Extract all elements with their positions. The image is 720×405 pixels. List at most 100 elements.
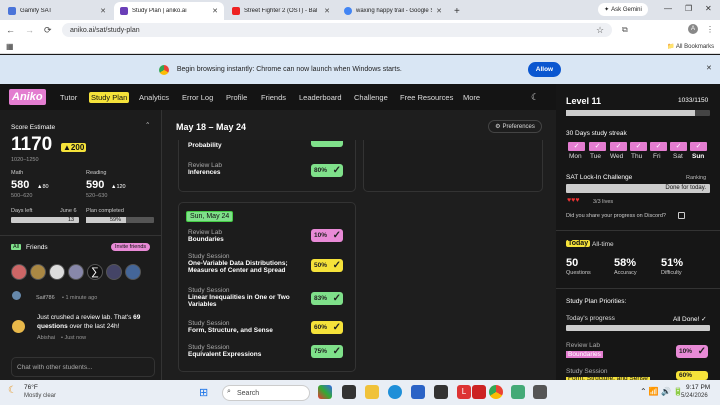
word-icon[interactable] bbox=[411, 385, 425, 399]
plan-item[interactable]: Review Lab Inferences bbox=[188, 162, 222, 176]
priority-type: Study Session bbox=[566, 368, 608, 375]
tray-icons[interactable]: ⌃ 📶 🔊 🔋 bbox=[640, 387, 683, 396]
friend-avatar[interactable] bbox=[125, 264, 141, 280]
plan-completed-value: 59% bbox=[110, 217, 122, 223]
plan-item[interactable]: Study Session One-Variable Data Distribut… bbox=[188, 253, 308, 274]
score-value: 60% bbox=[314, 324, 328, 331]
browser-tab[interactable]: waxing happy trail - Google Se ✕ bbox=[338, 2, 448, 20]
minimize-icon[interactable]: — bbox=[664, 4, 672, 13]
profile-avatar[interactable]: A bbox=[688, 24, 698, 34]
ask-gemini-button[interactable]: ✦ Ask Gemini bbox=[598, 3, 648, 16]
app-icon[interactable]: L bbox=[457, 385, 471, 399]
bookmarks-bar: ▦ 📁 All Bookmarks bbox=[0, 40, 720, 54]
friend-avatar[interactable] bbox=[106, 264, 122, 280]
plan-item[interactable]: Study Session Form, Structure, and Sense bbox=[188, 320, 273, 334]
youtube-favicon-icon bbox=[232, 7, 240, 15]
plan-item[interactable]: Study Session Linear Inequalities in One … bbox=[188, 287, 308, 308]
nav-free-resources[interactable]: Free Resources bbox=[400, 93, 453, 102]
check-icon: ✓ bbox=[610, 142, 627, 151]
score-badge: 60% bbox=[676, 371, 708, 380]
reading-label: Reading bbox=[86, 170, 107, 176]
reload-icon[interactable]: ⟳ bbox=[44, 25, 52, 36]
close-icon[interactable]: ✕ bbox=[212, 7, 218, 15]
search-icon: ⌕ bbox=[227, 388, 231, 395]
challenge-title[interactable]: SAT Lock-In Challenge bbox=[566, 174, 632, 181]
friend-avatar[interactable] bbox=[49, 264, 65, 280]
discord-question: Did you share your progress on Discord? bbox=[566, 213, 666, 219]
menu-dots-icon[interactable]: ⋮ bbox=[706, 25, 714, 34]
plan-item[interactable]: Review Lab Boundaries bbox=[188, 229, 224, 243]
temperature: 76°F bbox=[24, 384, 38, 391]
dark-mode-icon[interactable]: ☾ bbox=[531, 92, 539, 103]
taskbar-search[interactable]: Search bbox=[222, 385, 310, 401]
nav-more[interactable]: More bbox=[463, 93, 480, 102]
browser-tab[interactable]: Street Fighter 2 (OST) - Bal ✕ bbox=[226, 2, 336, 20]
widgets-icon[interactable] bbox=[318, 385, 332, 399]
user-avatar bbox=[12, 291, 21, 300]
allow-button[interactable]: Allow bbox=[527, 62, 562, 77]
plan-item[interactable]: Probability bbox=[188, 142, 222, 149]
file-explorer-icon[interactable] bbox=[365, 385, 379, 399]
all-bookmarks-link[interactable]: 📁 All Bookmarks bbox=[667, 43, 714, 50]
friend-avatar[interactable]: ∑ bbox=[87, 264, 103, 280]
nav-analytics[interactable]: Analytics bbox=[139, 93, 169, 102]
browser-tab-active[interactable]: Study Plan | aniko.ai ✕ bbox=[114, 2, 224, 20]
plan-completed-label: Plan completed bbox=[86, 208, 124, 214]
tab-title: Gamify SAT bbox=[20, 8, 52, 14]
check-icon: ✓ bbox=[332, 260, 341, 271]
tab-all-time[interactable]: All-time bbox=[592, 241, 614, 248]
friend-avatar[interactable] bbox=[30, 264, 46, 280]
forward-icon[interactable]: → bbox=[25, 25, 34, 35]
mcafee-icon[interactable] bbox=[472, 385, 486, 399]
all-bookmarks-label: All Bookmarks bbox=[675, 44, 715, 50]
nav-friends[interactable]: Friends bbox=[261, 93, 286, 102]
url-field[interactable]: aniko.ai/sat/study-plan bbox=[62, 23, 612, 37]
browser-tab[interactable]: Gamify SAT ✕ bbox=[2, 2, 112, 20]
store-icon[interactable] bbox=[434, 385, 448, 399]
apps-icon[interactable]: ▦ bbox=[6, 42, 14, 51]
ranking-link[interactable]: Ranking bbox=[686, 175, 706, 181]
nav-profile[interactable]: Profile bbox=[226, 93, 247, 102]
priority-title[interactable]: Boundaries bbox=[566, 351, 603, 358]
new-tab-icon[interactable]: + bbox=[454, 6, 460, 17]
invite-friends-button[interactable]: Invite friends bbox=[111, 243, 151, 251]
check-icon: ✓ bbox=[690, 142, 707, 151]
close-icon[interactable]: ✕ bbox=[436, 7, 442, 15]
close-icon[interactable]: ✕ bbox=[706, 64, 712, 72]
close-icon[interactable]: ✕ bbox=[324, 7, 330, 15]
friend-avatar[interactable] bbox=[68, 264, 84, 280]
maximize-icon[interactable]: ❐ bbox=[685, 4, 692, 13]
chat-input[interactable]: Chat with other students... bbox=[11, 357, 155, 377]
close-icon[interactable]: ✕ bbox=[100, 7, 106, 15]
app-icon[interactable] bbox=[533, 385, 547, 399]
back-icon[interactable]: ← bbox=[6, 25, 15, 35]
chrome-info-bar: Begin browsing instantly: Chrome can now… bbox=[0, 55, 720, 84]
nav-error-log[interactable]: Error Log bbox=[182, 93, 213, 102]
task-view-icon[interactable] bbox=[342, 385, 356, 399]
extensions-icon[interactable]: ⧉ bbox=[622, 25, 628, 35]
collapse-icon[interactable]: ⌃ bbox=[145, 121, 150, 129]
edge-icon[interactable] bbox=[388, 385, 402, 399]
close-window-icon[interactable]: ✕ bbox=[705, 4, 712, 13]
nav-challenge[interactable]: Challenge bbox=[354, 93, 388, 102]
reading-range: 520–630 bbox=[86, 193, 108, 199]
divider bbox=[556, 288, 720, 289]
tab-today[interactable]: Today bbox=[566, 240, 591, 247]
discord-checkbox[interactable] bbox=[678, 212, 685, 219]
item-title: Probability bbox=[188, 142, 222, 149]
friends-filter-all[interactable]: All bbox=[11, 244, 22, 250]
item-type: Review Lab bbox=[188, 162, 222, 169]
plan-item[interactable]: Study Session Equivalent Expressions bbox=[188, 344, 261, 358]
check-icon: ✓ bbox=[697, 346, 706, 357]
preferences-button[interactable]: ⚙ Preferences bbox=[488, 120, 542, 133]
app-icon[interactable] bbox=[511, 385, 525, 399]
windows-start-icon[interactable]: ⊞ bbox=[199, 386, 208, 399]
aniko-logo[interactable]: Aniko bbox=[9, 89, 46, 105]
bookmark-star-icon[interactable]: ☆ bbox=[596, 25, 604, 36]
nav-leaderboard[interactable]: Leaderboard bbox=[299, 93, 342, 102]
score-value: 10% bbox=[314, 232, 328, 239]
friend-avatar[interactable] bbox=[11, 264, 27, 280]
nav-study-plan[interactable]: Study Plan bbox=[89, 92, 130, 103]
chrome-taskbar-icon[interactable] bbox=[489, 385, 503, 399]
nav-tutor[interactable]: Tutor bbox=[60, 93, 77, 102]
